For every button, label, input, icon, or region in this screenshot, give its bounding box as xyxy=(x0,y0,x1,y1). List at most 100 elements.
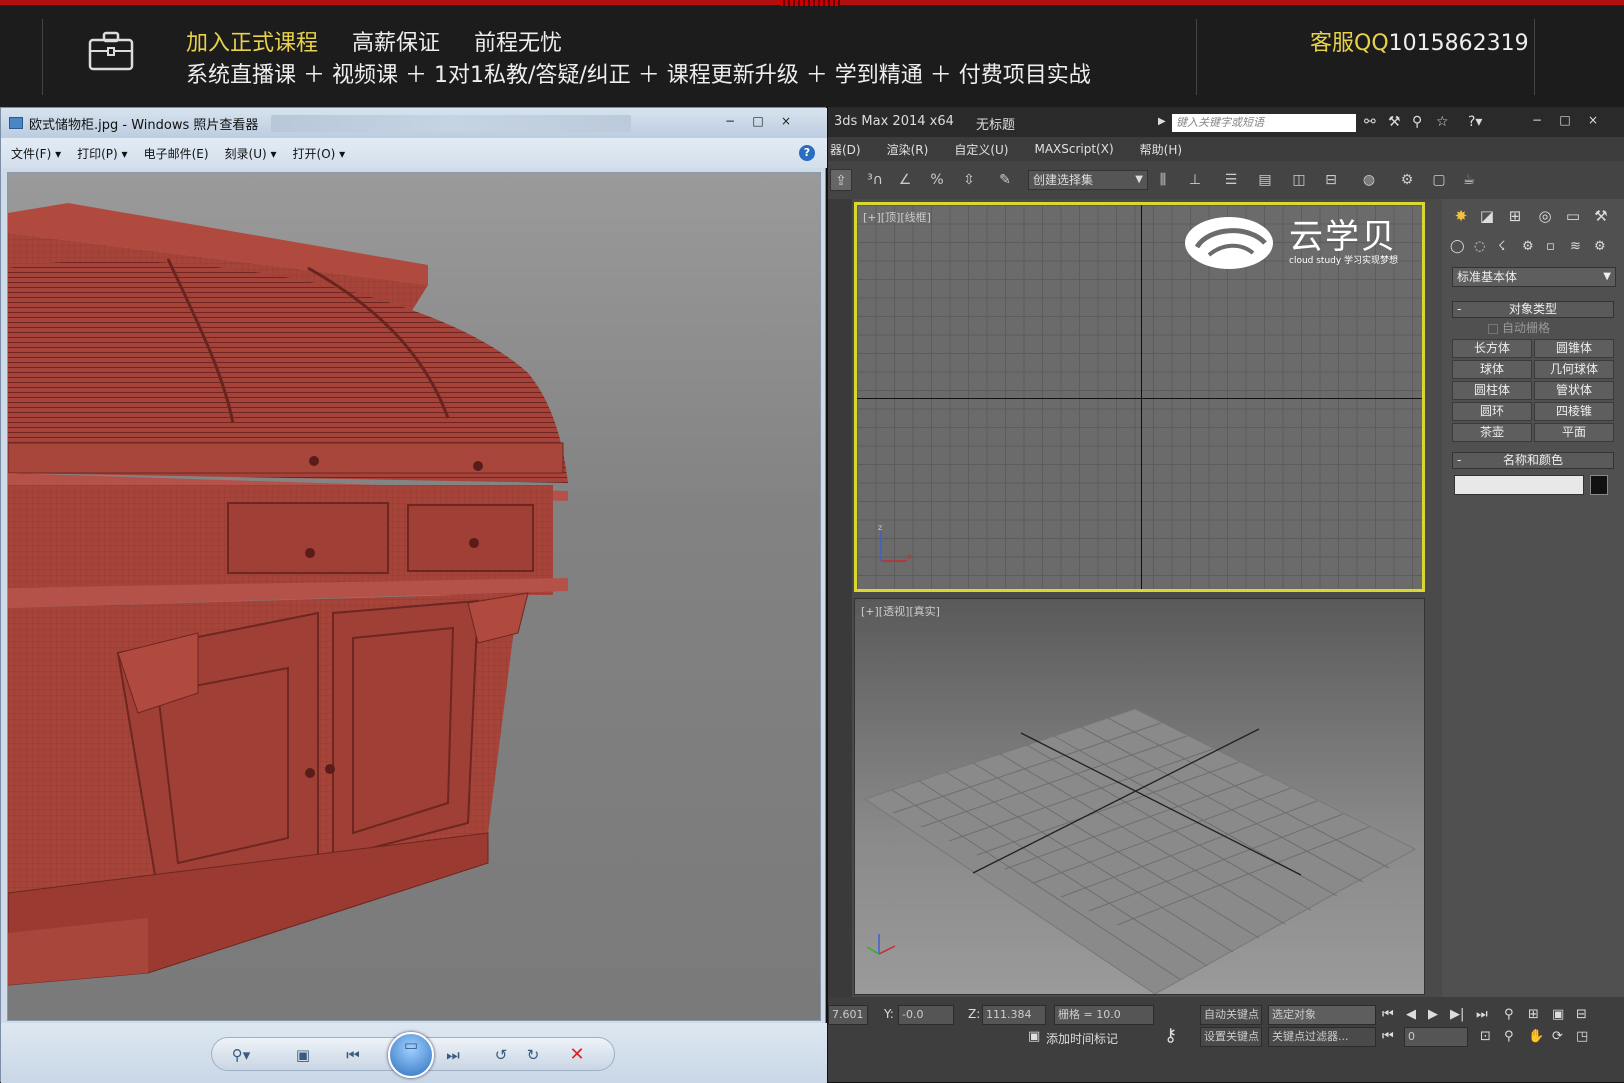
star-icon[interactable]: ☆ xyxy=(1436,114,1449,130)
mirror-icon[interactable]: ⫼ xyxy=(1152,169,1174,191)
spacewarps-icon[interactable]: ≋ xyxy=(1570,239,1581,254)
cone-button[interactable]: 圆锥体 xyxy=(1534,339,1614,358)
cylinder-button[interactable]: 圆柱体 xyxy=(1452,381,1532,400)
create-tab-icon[interactable]: ✸ xyxy=(1450,205,1472,227)
help-icon[interactable]: ? xyxy=(799,145,815,161)
rotate-cw-icon[interactable]: ↻ xyxy=(522,1044,544,1066)
tube-button[interactable]: 管状体 xyxy=(1534,381,1614,400)
autogrid-checkbox[interactable]: 自动栅格 xyxy=(1488,319,1550,336)
lights-icon[interactable]: ☇ xyxy=(1498,239,1505,254)
checkbox-box[interactable] xyxy=(1488,323,1498,334)
layer-manager-icon[interactable]: ☰ xyxy=(1220,169,1242,191)
object-color-swatch[interactable] xyxy=(1590,475,1608,495)
pyramid-button[interactable]: 四棱锥 xyxy=(1534,402,1614,421)
geosphere-button[interactable]: 几何球体 xyxy=(1534,360,1614,379)
minimize-button[interactable]: − xyxy=(1524,111,1550,129)
menu-customize[interactable]: 自定义(U) xyxy=(954,141,1008,158)
close-button[interactable]: × xyxy=(1580,111,1606,129)
rollout-object-type[interactable]: - 对象类型 xyxy=(1452,301,1614,318)
teapot-button[interactable]: 茶壶 xyxy=(1452,423,1532,442)
slideshow-button[interactable]: ▭ xyxy=(388,1032,434,1078)
zoom-region-icon[interactable]: ⚲ xyxy=(1504,1029,1514,1044)
set-key-button[interactable]: 设置关键点 xyxy=(1200,1027,1262,1047)
shapes-icon[interactable]: ◌ xyxy=(1474,239,1485,254)
zoom-icon[interactable]: ⚲ xyxy=(1504,1007,1514,1022)
render-setup-icon[interactable]: ⚙ xyxy=(1396,169,1418,191)
time-tag-icon[interactable]: ▣ xyxy=(1028,1029,1040,1044)
menu-render[interactable]: 渲染(R) xyxy=(887,141,929,158)
rotate-ccw-icon[interactable]: ↺ xyxy=(490,1044,512,1066)
menu-file[interactable]: 文件(F) ▾ xyxy=(11,145,61,162)
close-button[interactable]: × xyxy=(773,112,799,130)
material-editor-icon[interactable]: ◍ xyxy=(1358,169,1380,191)
plane-button[interactable]: 平面 xyxy=(1534,423,1614,442)
max-search-input[interactable]: 键入关键字或短语 xyxy=(1172,114,1356,132)
zoom-extents-all-icon[interactable]: ⊟ xyxy=(1576,1007,1587,1022)
previous-icon[interactable]: ⏮ xyxy=(342,1044,364,1066)
viewport-persp-label[interactable]: [+][透视][真实] xyxy=(861,603,940,619)
object-name-input[interactable] xyxy=(1454,475,1584,495)
x-coordinate-field[interactable]: 7.601 xyxy=(828,1005,868,1025)
menu-maxscript[interactable]: MAXScript(X) xyxy=(1034,142,1113,156)
orbit-icon[interactable]: ⟳ xyxy=(1552,1029,1563,1044)
schematic-view-icon[interactable]: ⊟ xyxy=(1320,169,1342,191)
maximize-viewport-icon[interactable]: ◳ xyxy=(1576,1029,1588,1044)
minimize-button[interactable]: − xyxy=(717,112,743,130)
actual-size-icon[interactable]: ▣ xyxy=(292,1044,314,1066)
display-tab-icon[interactable]: ▭ xyxy=(1562,205,1584,227)
named-selection-set[interactable]: 创建选择集 ▼ xyxy=(1028,170,1148,190)
menu-print[interactable]: 打印(P) ▾ xyxy=(77,145,127,162)
z-coordinate-field[interactable]: 111.384 xyxy=(982,1005,1046,1025)
menu-open[interactable]: 打开(O) ▾ xyxy=(293,145,346,162)
binoculars-icon[interactable]: ⚯ xyxy=(1364,114,1376,130)
delete-icon[interactable]: ✕ xyxy=(566,1044,588,1066)
key-filters-button[interactable]: 关键点过滤器... xyxy=(1268,1027,1376,1047)
scene-explorer-icon[interactable]: ▤ xyxy=(1254,169,1276,191)
menu-modifiers[interactable]: 器(D) xyxy=(830,141,861,158)
viewport-perspective[interactable]: [+][透视][真实] xyxy=(854,598,1425,995)
align-icon[interactable]: ⊥ xyxy=(1184,169,1206,191)
next-frame-icon[interactable]: ▶| xyxy=(1450,1007,1464,1022)
zoom-icon[interactable]: ⚲▾ xyxy=(230,1044,252,1066)
utilities-tab-icon[interactable]: ⚒ xyxy=(1590,205,1612,227)
percent-snap-icon[interactable]: % xyxy=(926,169,948,191)
maximize-button[interactable]: □ xyxy=(745,112,771,130)
key-mode-icon[interactable]: ⏮ xyxy=(1382,1029,1394,1044)
pan-icon[interactable]: ✋ xyxy=(1528,1029,1544,1044)
zoom-extents-icon[interactable]: ▣ xyxy=(1552,1007,1564,1022)
viewport-top-label[interactable]: [+][顶][线框] xyxy=(863,209,931,225)
motion-tab-icon[interactable]: ◎ xyxy=(1534,205,1556,227)
cameras-icon[interactable]: ⚙ xyxy=(1522,239,1534,254)
sphere-button[interactable]: 球体 xyxy=(1452,360,1532,379)
helpers-icon[interactable]: ▫ xyxy=(1546,239,1555,254)
y-coordinate-field[interactable]: -0.0 xyxy=(898,1005,954,1025)
key-mode-dropdown[interactable]: 选定对象 xyxy=(1268,1005,1376,1025)
spinner-snap-icon[interactable]: ⇳ xyxy=(958,169,980,191)
curve-editor-icon[interactable]: ◫ xyxy=(1288,169,1310,191)
next-icon[interactable]: ⏭ xyxy=(442,1044,464,1066)
box-button[interactable]: 长方体 xyxy=(1452,339,1532,358)
geometry-icon[interactable]: ◯ xyxy=(1450,239,1465,254)
primitive-type-dropdown[interactable]: 标准基本体 ▼ xyxy=(1452,267,1616,287)
prev-frame-icon[interactable]: ◀ xyxy=(1406,1007,1416,1022)
add-time-tag[interactable]: 添加时间标记 xyxy=(1046,1030,1118,1047)
hierarchy-tab-icon[interactable]: ⊞ xyxy=(1504,205,1526,227)
goto-end-icon[interactable]: ⏭ xyxy=(1476,1007,1488,1022)
maximize-button[interactable]: □ xyxy=(1552,111,1578,129)
menu-burn[interactable]: 刻录(U) ▾ xyxy=(225,145,277,162)
menu-help[interactable]: 帮助(H) xyxy=(1140,141,1182,158)
banner-join-course[interactable]: 加入正式课程 xyxy=(186,31,318,56)
angle-snap-icon[interactable]: ∠ xyxy=(894,169,916,191)
viewport-top[interactable]: [+][顶][线框] z x 云学贝 cloud study 学习实现梦想 xyxy=(854,202,1425,592)
goto-start-icon[interactable]: ⏮ xyxy=(1382,1007,1394,1022)
help-icon[interactable]: ?▾ xyxy=(1468,114,1482,130)
zoom-all-icon[interactable]: ⊞ xyxy=(1528,1007,1539,1022)
snap-3d-icon[interactable]: ³∩ xyxy=(864,169,886,191)
systems-icon[interactable]: ⚙ xyxy=(1594,239,1606,254)
render-frame-icon[interactable]: ▢ xyxy=(1428,169,1450,191)
field-of-view-icon[interactable]: ⊡ xyxy=(1480,1029,1491,1044)
edit-named-selection-icon[interactable]: ✎ xyxy=(994,169,1016,191)
connect-icon[interactable]: ⚲ xyxy=(1412,114,1422,130)
menu-email[interactable]: 电子邮件(E) xyxy=(144,145,209,162)
play-icon[interactable]: ▶ xyxy=(1428,1007,1438,1022)
